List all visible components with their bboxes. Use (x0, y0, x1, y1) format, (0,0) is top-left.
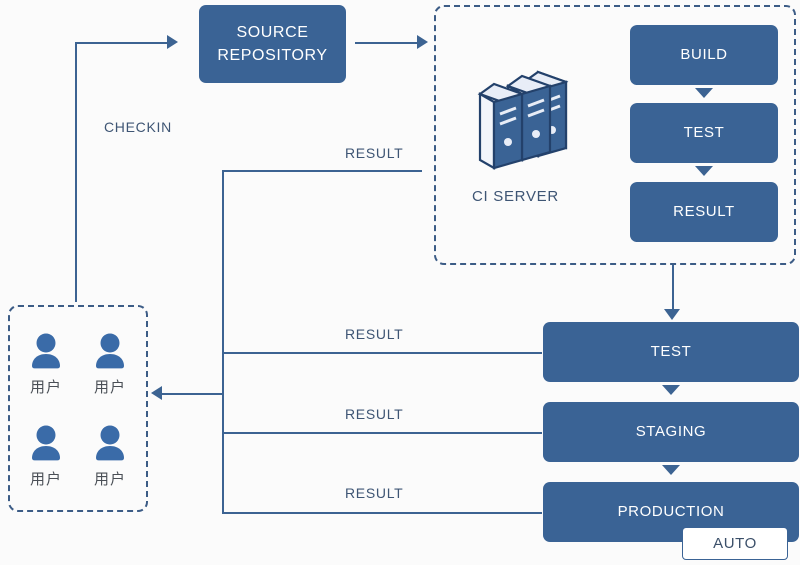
node-production-env-label: PRODUCTION (617, 503, 725, 521)
user-avatar-icon (88, 332, 132, 372)
node-result-ci[interactable]: RESULT (630, 182, 778, 242)
user-avatar-icon (24, 424, 68, 464)
user-name-label: 用户 (29, 469, 62, 488)
diagram-canvas: SOURCE REPOSITORY BUILD TEST RESULT TEST… (0, 0, 800, 565)
user-item[interactable]: 用户 (88, 424, 132, 489)
node-source-repository-label-line2: REPOSITORY (217, 47, 328, 64)
label-ci-server: CI SERVER (472, 188, 559, 205)
node-staging-env-label: STAGING (635, 423, 707, 441)
user-avatar-icon (88, 424, 132, 464)
arrowhead-staging-to-production (662, 465, 680, 475)
node-test-env-label: TEST (650, 343, 692, 361)
connector-result-from-test-env (222, 352, 542, 354)
node-result-ci-label: RESULT (673, 203, 735, 221)
connector-checkin-vertical (75, 42, 77, 302)
connector-result-from-production-env (222, 512, 542, 514)
arrowhead-test-env-to-staging (662, 385, 680, 395)
node-auto-label: AUTO (713, 535, 757, 552)
label-checkin: CHECKIN (104, 119, 172, 135)
ci-server-icon (462, 62, 586, 178)
user-item[interactable]: 用户 (24, 424, 68, 489)
arrowhead-build-to-test (695, 88, 713, 98)
arrowhead-checkin-to-source-repository (167, 35, 178, 49)
node-test-env[interactable]: TEST (543, 322, 799, 382)
node-source-repository-label-line1: SOURCE (236, 23, 309, 41)
connector-repository-to-ci-server (355, 42, 419, 44)
user-item[interactable]: 用户 (88, 332, 132, 397)
connector-ci-server-to-test-env (672, 265, 674, 310)
user-name-label: 用户 (93, 378, 126, 397)
node-auto-badge[interactable]: AUTO (682, 527, 788, 560)
user-item[interactable]: 用户 (24, 332, 68, 397)
connector-result-from-staging-env (222, 432, 542, 434)
arrowhead-ci-server-to-test-env (664, 309, 680, 320)
label-result-test-env: RESULT (345, 326, 404, 342)
arrowhead-test-to-result (695, 166, 713, 176)
node-staging-env[interactable]: STAGING (543, 402, 799, 462)
connector-result-to-users (162, 393, 224, 395)
label-result-ci: RESULT (345, 145, 404, 161)
user-name-label: 用户 (93, 469, 126, 488)
node-test-ci[interactable]: TEST (630, 103, 778, 163)
arrowhead-result-to-users (151, 386, 162, 400)
node-source-repository[interactable]: SOURCE REPOSITORY (199, 5, 346, 83)
node-build-label: BUILD (680, 46, 728, 64)
label-result-staging-env: RESULT (345, 406, 404, 422)
connector-checkin-horizontal (75, 42, 169, 44)
node-build[interactable]: BUILD (630, 25, 778, 85)
arrowhead-repository-to-ci-server (417, 35, 428, 49)
user-name-label: 用户 (29, 378, 62, 397)
connector-result-ci-horizontal (222, 170, 422, 172)
user-avatar-icon (24, 332, 68, 372)
label-result-production-env: RESULT (345, 485, 404, 501)
node-test-ci-label: TEST (683, 124, 725, 142)
users-grid: 用户 用户 用户 用户 (8, 305, 148, 512)
